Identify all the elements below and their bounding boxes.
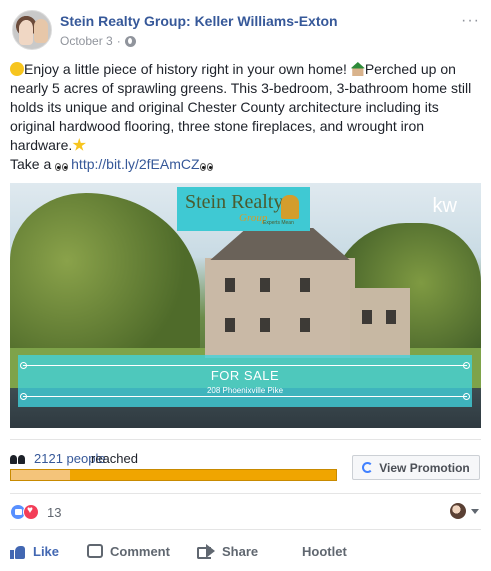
meta-separator: · — [116, 34, 121, 48]
post-link[interactable]: http://bit.ly/2fEAmCZ — [71, 156, 199, 172]
listing-photo[interactable]: Stein Realty Group Experts Mean kw FOR S… — [10, 183, 481, 428]
post-link-line: Take a http://bit.ly/2fEAmCZ — [10, 155, 480, 174]
comment-icon — [87, 544, 103, 558]
logo-tagline-text: Experts Mean — [263, 220, 294, 226]
post-actions: Like Comment Share Hootlet — [10, 539, 481, 563]
post-text: Enjoy a little piece of history right in… — [10, 60, 480, 174]
stein-realty-logo: Stein Realty Group Experts Mean — [177, 187, 310, 231]
banner-line-bottom — [23, 396, 467, 397]
banner-line-top — [23, 365, 467, 366]
post-header: Stein Realty Group: Keller Williams-Exto… — [12, 10, 482, 54]
reach-label: reached — [91, 451, 138, 466]
post-body-paragraph: Enjoy a little piece of history right in… — [10, 60, 480, 155]
comment-label: Comment — [110, 543, 170, 559]
view-promotion-label: View Promotion — [379, 460, 470, 475]
house-emoji-icon — [350, 62, 365, 76]
chevron-down-icon — [471, 508, 479, 514]
divider — [10, 493, 481, 494]
post-meta: October 3 · — [60, 34, 136, 48]
take-a-text: Take a — [10, 156, 56, 172]
bell-logo-icon — [281, 195, 299, 219]
smile-emoji-icon — [10, 62, 24, 76]
share-label: Share — [222, 543, 259, 559]
stone-house — [205, 258, 355, 358]
refresh-icon — [362, 462, 374, 473]
post-date[interactable]: October 3 — [60, 34, 113, 48]
share-button[interactable]: Share — [197, 539, 258, 563]
post-text-line1: Enjoy a little piece of history right in… — [24, 61, 351, 77]
eyes-emoji-icon — [55, 157, 71, 171]
like-button[interactable]: Like — [10, 539, 59, 563]
hootlet-label: Hootlet — [302, 543, 347, 559]
reach-progress-fill — [11, 470, 70, 480]
trees-left — [10, 193, 200, 363]
react-as-selector[interactable] — [450, 503, 479, 519]
reactions-summary[interactable]: 13 — [10, 503, 61, 521]
more-options-icon[interactable]: ··· — [461, 12, 480, 30]
divider — [10, 439, 481, 440]
eyes-emoji-icon — [199, 157, 216, 171]
star-emoji-icon — [72, 138, 86, 151]
kw-logo: kw — [432, 195, 457, 217]
user-avatar — [450, 503, 466, 519]
page-name-link[interactable]: Stein Realty Group: Keller Williams-Exto… — [60, 13, 338, 29]
comment-button[interactable]: Comment — [87, 539, 170, 563]
hootlet-button[interactable]: Hootlet — [302, 539, 347, 563]
view-promotion-button[interactable]: View Promotion — [352, 455, 480, 480]
reaction-count: 13 — [47, 504, 62, 520]
divider — [10, 529, 481, 530]
reach-progress-bar — [10, 469, 337, 481]
people-icon — [10, 452, 26, 464]
like-label: Like — [33, 543, 60, 559]
thumbs-up-icon — [10, 544, 26, 559]
share-icon — [197, 544, 215, 559]
house-wing — [350, 288, 410, 358]
logo-brand-text: Stein Realty — [185, 191, 284, 213]
love-reaction-icon — [23, 504, 39, 520]
page-avatar[interactable] — [12, 10, 52, 50]
for-sale-banner: FOR SALE 208 Phoenixville Pike — [18, 355, 472, 407]
for-sale-title: FOR SALE — [210, 368, 280, 383]
listing-address: 208 Phoenixville Pike — [206, 386, 284, 395]
globe-icon[interactable] — [124, 35, 136, 47]
